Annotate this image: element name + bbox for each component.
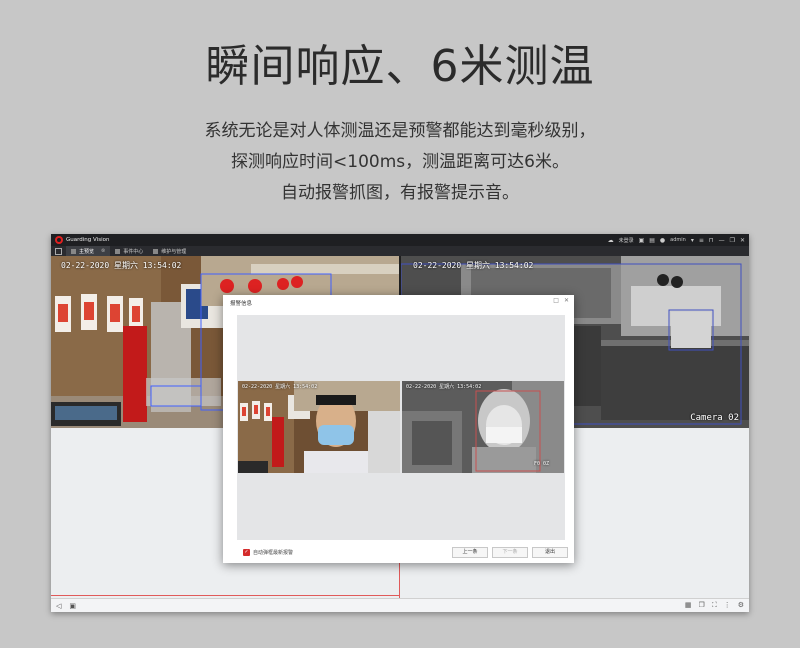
menu-icon[interactable]: ≡ xyxy=(699,237,704,244)
description-line-3: 自动报警抓图，有报警提示音。 xyxy=(281,183,519,203)
status-bar-left: ◁ ▣ xyxy=(56,602,76,610)
feed-timestamp: 02-22-2020 星期六 13:54:02 xyxy=(413,261,534,270)
auto-popup-checkbox[interactable]: ✓ xyxy=(243,549,250,556)
close-icon[interactable]: ✕ xyxy=(564,297,569,304)
maintenance-icon xyxy=(153,248,159,254)
window-selection-border xyxy=(51,595,399,596)
description-line-2: 探测响应时间<100ms，测温距离可达6米。 xyxy=(231,152,569,172)
user-name[interactable]: admin xyxy=(670,237,686,243)
previous-button[interactable]: 上一条 xyxy=(452,547,488,558)
visible-light-capture[interactable]: 02-22-2020 星期六 13:54:02 xyxy=(238,381,400,473)
message-icon[interactable]: ▤ xyxy=(649,237,655,244)
camera-label: Camera 02 xyxy=(690,413,739,423)
title-bar: Guarding Vision ☁ 未登录 ▣ ▤ ● admin ▾ ≡ ⊓ … xyxy=(51,234,749,246)
window-icon[interactable]: ❐ xyxy=(699,601,705,610)
tab-main-preview[interactable]: 主预览 ⊗ xyxy=(66,246,111,256)
alarm-capture-area: 02-22-2020 星期六 13:54:02 02-22-2020 星期六 1… xyxy=(237,315,565,540)
temperature-reading: F0 0Z xyxy=(534,461,550,467)
capture-timestamp: 02-22-2020 星期六 13:54:02 xyxy=(242,384,318,390)
title-bar-controls: ☁ 未登录 ▣ ▤ ● admin ▾ ≡ ⊓ — ❐ ✕ xyxy=(608,234,745,246)
description: 系统无论是对人体测温还是预警都能达到毫秒级别， 探测响应时间<100ms，测温距… xyxy=(0,116,800,209)
user-icon[interactable]: ● xyxy=(660,237,665,244)
tab-label: 维护与管理 xyxy=(161,248,187,255)
volume-icon[interactable]: ◁ xyxy=(56,602,61,610)
maximize-icon[interactable]: □ xyxy=(553,297,559,304)
tab-event-center[interactable]: 事件中心 xyxy=(110,246,148,256)
cloud-status[interactable]: 未登录 xyxy=(619,237,634,244)
dialog-title: 报警信息 xyxy=(230,301,253,307)
module-tabs: 主预览 ⊗ 事件中心 维护与管理 xyxy=(51,246,749,256)
feed-timestamp: 02-22-2020 星期六 13:54:02 xyxy=(61,261,182,270)
alarm-list-icon[interactable]: ▣ xyxy=(69,602,76,610)
next-button[interactable]: 下一条 xyxy=(492,547,528,558)
thermal-capture[interactable]: 02-22-2020 星期六 13:54:02 F0 0Z xyxy=(402,381,564,473)
preview-icon xyxy=(71,248,76,254)
status-bar: ◁ ▣ ▦ ❐ ⛶ ⋮ ⚙ xyxy=(51,598,749,612)
chevron-down-icon[interactable]: ▾ xyxy=(691,237,694,244)
status-bar-right: ▦ ❐ ⛶ ⋮ ⚙ xyxy=(685,601,744,610)
headline: 瞬间响应、6米测温 xyxy=(205,41,595,92)
cloud-icon[interactable]: ☁ xyxy=(608,237,614,244)
lock-icon[interactable]: ▣ xyxy=(639,237,645,244)
gear-icon[interactable]: ⚙ xyxy=(738,601,744,610)
person-capture-image xyxy=(238,381,400,473)
tab-label: 主预览 xyxy=(79,248,95,255)
auto-popup-label: 自动弹框最新报警 xyxy=(253,550,294,556)
dialog-footer: ✓ 自动弹框最新报警 上一条 下一条 退出 xyxy=(223,545,574,563)
capture-timestamp: 02-22-2020 星期六 13:54:02 xyxy=(406,384,482,390)
minimize-icon[interactable]: — xyxy=(719,237,725,244)
tab-close-icon[interactable]: ⊗ xyxy=(101,248,105,254)
description-line-1: 系统无论是对人体测温还是预警都能达到毫秒级别， xyxy=(204,121,596,141)
thermal-capture-image xyxy=(402,381,564,473)
app-logo-icon xyxy=(55,236,63,244)
more-icon[interactable]: ⋮ xyxy=(724,601,731,610)
tab-maintenance[interactable]: 维护与管理 xyxy=(148,246,191,256)
exit-button[interactable]: 退出 xyxy=(532,547,568,558)
lock-screen-icon[interactable]: ⊓ xyxy=(709,237,714,244)
layout-icon[interactable]: ▦ xyxy=(685,601,692,610)
fullscreen-icon[interactable]: ⛶ xyxy=(712,601,717,610)
close-icon[interactable]: ✕ xyxy=(740,237,745,244)
dialog-controls: □ ✕ xyxy=(553,297,569,304)
restore-icon[interactable]: ❐ xyxy=(730,237,735,244)
app-name: Guarding Vision xyxy=(66,237,110,243)
alarm-dialog: 报警信息 □ ✕ 02-22-2020 星期六 13:54:02 02-22-2… xyxy=(223,295,574,563)
event-icon xyxy=(115,248,121,254)
module-grid-icon[interactable] xyxy=(55,247,62,255)
tab-label: 事件中心 xyxy=(123,248,144,255)
